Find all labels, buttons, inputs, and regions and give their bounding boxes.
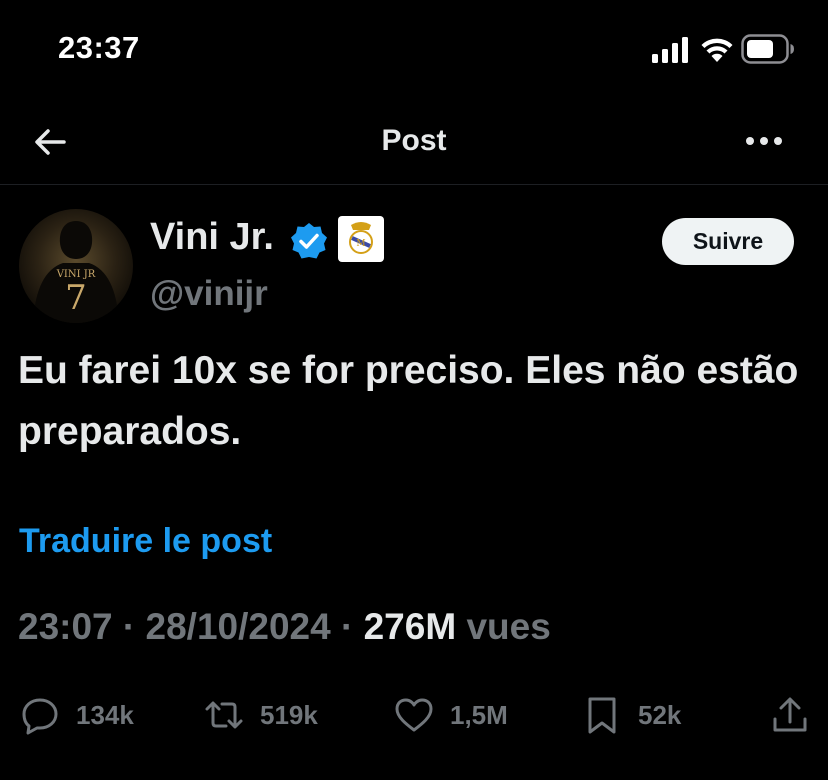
reply-icon bbox=[22, 698, 58, 735]
share-button[interactable] bbox=[770, 690, 810, 740]
share-icon bbox=[773, 697, 807, 732]
post-time[interactable]: 23:07 bbox=[18, 606, 113, 647]
reply-count: 134k bbox=[76, 699, 134, 730]
header-divider bbox=[0, 184, 828, 185]
translate-post-link[interactable]: Traduire le post bbox=[19, 522, 272, 561]
cellular-signal-icon bbox=[652, 37, 688, 63]
heart-icon bbox=[395, 698, 433, 732]
views-count[interactable]: 276M bbox=[364, 606, 457, 647]
top-nav-bar: Post bbox=[0, 100, 828, 184]
author-avatar[interactable]: VINI JR 7 bbox=[19, 209, 133, 323]
author-handle[interactable]: @vinijr bbox=[150, 274, 268, 314]
status-time: 23:37 bbox=[58, 30, 140, 65]
meta-separator: · bbox=[341, 606, 364, 647]
bookmark-button[interactable]: 52k bbox=[582, 690, 681, 740]
bookmark-count: 52k bbox=[638, 699, 682, 730]
page-title: Post bbox=[381, 124, 447, 157]
svg-text:M: M bbox=[356, 239, 365, 249]
post-text: Eu farei 10x se for preciso. Eles não es… bbox=[18, 349, 799, 453]
battery-icon bbox=[741, 34, 794, 64]
post-action-bar: 134k 519k 1,5M 52k bbox=[0, 690, 828, 740]
real-madrid-crest-icon: M bbox=[349, 222, 373, 254]
repost-count: 519k bbox=[260, 699, 318, 730]
reply-button[interactable]: 134k bbox=[20, 690, 134, 740]
status-bar: 23:37 bbox=[0, 0, 828, 100]
repost-button[interactable]: 519k bbox=[204, 690, 318, 740]
post-metadata: 23:07 · 28/10/2024 · 276M vues bbox=[18, 606, 551, 648]
meta-separator: · bbox=[122, 606, 146, 647]
verified-badge-icon bbox=[291, 223, 327, 259]
views-label: vues bbox=[466, 606, 551, 647]
like-button[interactable]: 1,5M bbox=[394, 690, 508, 740]
more-options-icon[interactable] bbox=[744, 126, 784, 156]
club-crest-badge: M bbox=[338, 216, 384, 262]
follow-button[interactable]: Suivre bbox=[662, 218, 794, 265]
post-date[interactable]: 28/10/2024 bbox=[146, 606, 331, 647]
like-count: 1,5M bbox=[450, 699, 508, 730]
bookmark-icon bbox=[588, 697, 616, 734]
repost-icon bbox=[205, 701, 243, 729]
avatar-jersey-number: 7 bbox=[65, 278, 87, 318]
author-name[interactable]: Vini Jr. bbox=[150, 216, 274, 259]
wifi-icon bbox=[701, 38, 733, 62]
